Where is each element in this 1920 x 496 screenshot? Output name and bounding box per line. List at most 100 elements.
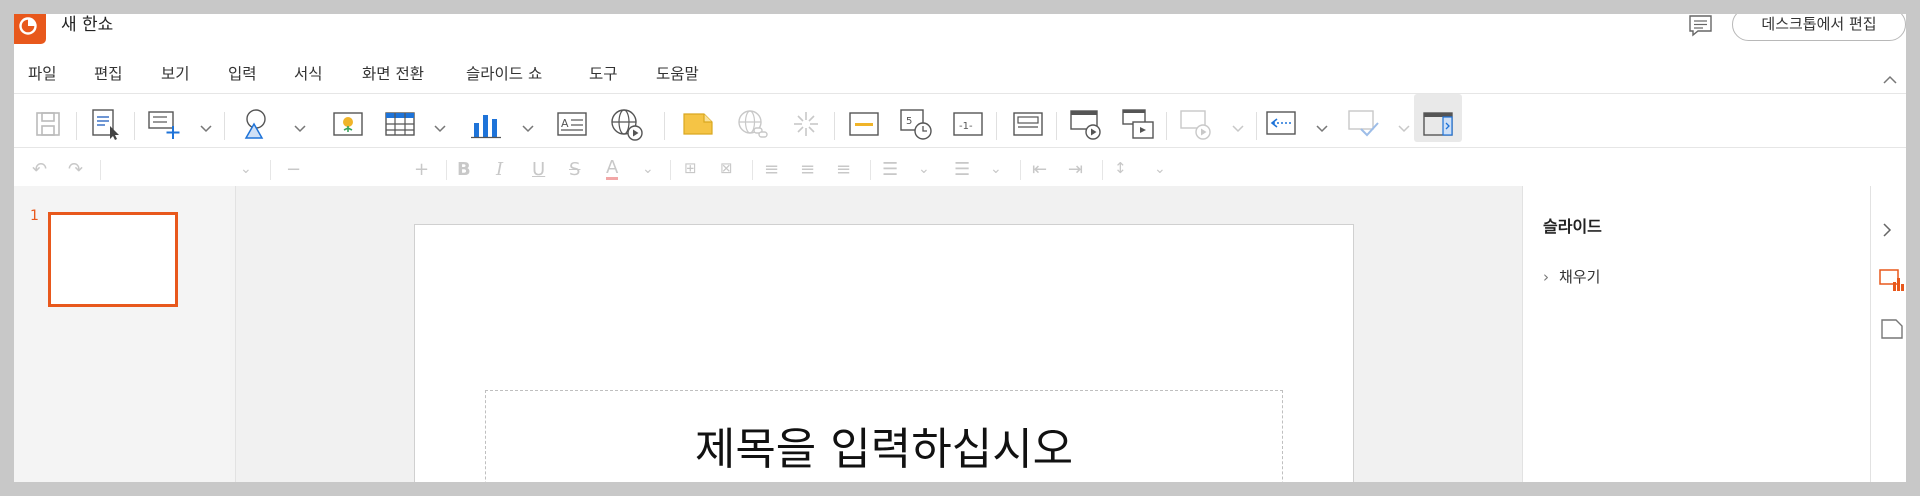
toolbar-divider [224, 112, 225, 140]
slide-thumbnail-pane: 1 [14, 186, 236, 482]
document-title[interactable]: 새 한쇼 [61, 14, 113, 36]
bold-icon[interactable]: B [457, 159, 471, 180]
slideshow-icon[interactable] [1068, 106, 1104, 142]
animation-back-icon[interactable] [1264, 106, 1300, 142]
hanshow-logo-icon[interactable] [14, 14, 46, 44]
format-divider [1102, 160, 1103, 180]
bullet-list-icon[interactable]: ☰ [882, 159, 898, 180]
menu-file[interactable]: 파일 [28, 62, 57, 84]
chevron-right-icon[interactable] [1881, 222, 1893, 242]
title-bar: 새 한쇼 데스크톱에서 편집 [14, 14, 1906, 56]
slide-number-icon[interactable]: -1- [950, 106, 986, 142]
save-icon[interactable] [30, 106, 66, 142]
numbered-chevron-icon[interactable]: ⌄ [990, 161, 1002, 177]
strikethrough-icon[interactable]: S [569, 159, 580, 180]
menu-insert[interactable]: 입력 [228, 62, 257, 84]
menu-bar: 파일 편집 보기 입력 서식 화면 전환 슬라이드 쇼 도구 도움말 [14, 56, 1906, 92]
font-color-chevron-icon[interactable]: ⌄ [642, 161, 654, 177]
header-footer-icon[interactable] [846, 106, 882, 142]
menu-slideshow[interactable]: 슬라이드 쇼 [466, 62, 542, 84]
menu-tools[interactable]: 도구 [589, 62, 618, 84]
check-icon[interactable] [1346, 106, 1382, 142]
chevron-down-icon[interactable] [294, 118, 306, 137]
window-bottom-edge [0, 482, 1920, 496]
date-time-icon[interactable]: 5 [898, 106, 934, 142]
toolbar-divider [1166, 112, 1167, 140]
fill-section[interactable]: › 채우기 [1543, 266, 1600, 287]
menu-view[interactable]: 보기 [161, 62, 190, 84]
chevron-down-icon[interactable] [1232, 118, 1244, 137]
bullet-chevron-icon[interactable]: ⌄ [918, 161, 930, 177]
font-color-icon[interactable]: A [606, 159, 619, 180]
align-left-icon[interactable]: ≡ [764, 159, 779, 180]
chevron-down-icon[interactable] [522, 118, 534, 137]
thumbnail-number: 1 [30, 208, 39, 224]
select-icon[interactable] [88, 106, 124, 142]
work-area: 1 제목을 입력하십시오 슬라이드 › 채우기 [14, 186, 1906, 482]
slide-thumbnail[interactable] [48, 212, 178, 307]
transition-icon[interactable] [1178, 106, 1214, 142]
toolbar-divider [134, 112, 135, 140]
title-placeholder-text[interactable]: 제목을 입력하십시오 [486, 413, 1282, 477]
format-divider [752, 160, 753, 180]
underline-icon[interactable]: U [532, 159, 545, 180]
toolbar-divider [76, 112, 77, 140]
shape-icon[interactable] [238, 106, 274, 142]
hyperlink-icon[interactable] [734, 106, 770, 142]
comment-icon[interactable] [1688, 14, 1714, 42]
slide-layout-icon[interactable] [1010, 106, 1046, 142]
indent-icon[interactable]: ⇥ [1068, 159, 1083, 180]
font-size-increase-icon[interactable]: + [414, 159, 429, 180]
format-divider [446, 160, 447, 180]
memo-icon[interactable] [680, 106, 716, 142]
align-right-icon[interactable]: ≡ [836, 159, 851, 180]
chevron-down-icon[interactable] [434, 118, 446, 137]
format-divider [100, 160, 101, 180]
menu-format[interactable]: 서식 [294, 62, 323, 84]
menu-help[interactable]: 도움말 [656, 62, 699, 84]
chevron-down-icon[interactable] [200, 118, 212, 137]
new-slide-icon[interactable] [146, 106, 182, 142]
char-shape-icon[interactable]: ⊠ [720, 159, 733, 177]
outdent-icon[interactable]: ⇤ [1032, 159, 1047, 180]
chevron-down-icon[interactable] [1316, 118, 1328, 137]
redo-icon[interactable]: ↷ [68, 159, 83, 180]
font-dropdown-chevron-icon[interactable]: ⌄ [240, 161, 252, 177]
svg-text:-1-: -1- [959, 121, 973, 132]
properties-panel: 슬라이드 › 채우기 [1522, 186, 1886, 482]
slide[interactable]: 제목을 입력하십시오 [414, 224, 1354, 482]
slide-sorter-icon[interactable] [1120, 106, 1156, 142]
numbered-list-icon[interactable]: ☰ [954, 159, 970, 180]
line-spacing-icon[interactable]: ↕ [1114, 159, 1127, 177]
slide-properties-icon[interactable] [1879, 268, 1905, 298]
line-spacing-chevron-icon[interactable]: ⌄ [1154, 161, 1166, 177]
chevron-right-icon[interactable]: › [1543, 268, 1559, 286]
font-size-decrease-icon[interactable]: − [286, 159, 301, 180]
menu-transition[interactable]: 화면 전환 [362, 62, 424, 84]
app-window: 새 한쇼 데스크톱에서 편집 파일 편집 보기 입력 서식 화면 전환 슬라이드… [14, 14, 1906, 482]
edit-in-desktop-button[interactable]: 데스크톱에서 편집 [1732, 14, 1906, 41]
page-icon[interactable] [1880, 318, 1904, 344]
sidebar-strip [1870, 186, 1906, 482]
undo-icon[interactable]: ↶ [32, 159, 47, 180]
chevron-down-icon[interactable] [1398, 118, 1410, 137]
textbox-icon[interactable]: A [554, 106, 590, 142]
table-icon[interactable] [382, 106, 418, 142]
format-divider [270, 160, 271, 180]
slide-effect-icon[interactable] [788, 106, 824, 142]
toolbar-divider [996, 112, 997, 140]
menu-edit[interactable]: 편집 [94, 62, 123, 84]
italic-icon[interactable]: I [496, 159, 503, 180]
picture-icon[interactable] [330, 106, 366, 142]
format-divider [870, 160, 871, 180]
title-placeholder[interactable]: 제목을 입력하십시오 [485, 390, 1283, 482]
collapse-ribbon-icon[interactable] [1882, 70, 1898, 89]
fill-label: 채우기 [1559, 268, 1601, 286]
chart-icon[interactable] [468, 106, 504, 142]
side-panel-icon[interactable] [1420, 106, 1456, 142]
svg-text:5: 5 [906, 116, 912, 127]
align-center-icon[interactable]: ≡ [800, 159, 815, 180]
toolbar-divider [1056, 112, 1057, 140]
web-video-icon[interactable] [608, 106, 644, 142]
char-spacing-icon[interactable]: ⊞ [684, 159, 697, 177]
